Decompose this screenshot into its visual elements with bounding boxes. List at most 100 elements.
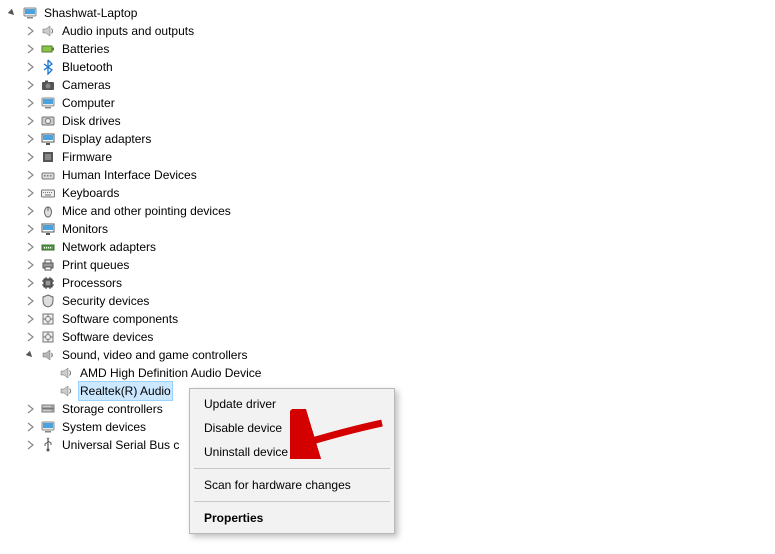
- caret-collapsed-icon[interactable]: [24, 187, 36, 199]
- caret-collapsed-icon[interactable]: [24, 313, 36, 325]
- caret-collapsed-icon[interactable]: [24, 277, 36, 289]
- disk-icon: [40, 113, 56, 129]
- computer-icon: [40, 95, 56, 111]
- software-icon: [40, 329, 56, 345]
- tree-category[interactable]: Print queues: [6, 256, 775, 274]
- tree-category-label: Keyboards: [60, 184, 121, 202]
- keyboard-icon: [40, 185, 56, 201]
- tree-category[interactable]: Network adapters: [6, 238, 775, 256]
- bluetooth-icon: [40, 59, 56, 75]
- tree-category[interactable]: Human Interface Devices: [6, 166, 775, 184]
- caret-collapsed-icon[interactable]: [24, 241, 36, 253]
- caret-collapsed-icon[interactable]: [24, 61, 36, 73]
- speaker-icon: [40, 347, 56, 363]
- ctx-item-label: Scan for hardware changes: [204, 478, 351, 492]
- ctx-item-label: Properties: [204, 511, 263, 525]
- tree-category[interactable]: Bluetooth: [6, 58, 775, 76]
- battery-icon: [40, 41, 56, 57]
- tree-category[interactable]: Security devices: [6, 292, 775, 310]
- ctx-disable-device[interactable]: Disable device: [190, 416, 394, 440]
- tree-category-label: Storage controllers: [60, 400, 165, 418]
- ctx-item-label: Uninstall device: [204, 445, 288, 459]
- tree-category[interactable]: Mice and other pointing devices: [6, 202, 775, 220]
- caret-collapsed-icon[interactable]: [24, 439, 36, 451]
- ctx-scan-hardware[interactable]: Scan for hardware changes: [190, 473, 394, 497]
- caret-collapsed-icon[interactable]: [24, 133, 36, 145]
- network-icon: [40, 239, 56, 255]
- tree-category-sound[interactable]: Sound, video and game controllers: [6, 346, 775, 364]
- caret-collapsed-icon[interactable]: [24, 79, 36, 91]
- speaker-icon: [58, 383, 74, 399]
- hid-icon: [40, 167, 56, 183]
- camera-icon: [40, 77, 56, 93]
- storage-icon: [40, 401, 56, 417]
- context-menu: Update driver Disable device Uninstall d…: [189, 388, 395, 534]
- caret-collapsed-icon[interactable]: [24, 97, 36, 109]
- tree-category-label: Mice and other pointing devices: [60, 202, 233, 220]
- tree-category[interactable]: Audio inputs and outputs: [6, 22, 775, 40]
- caret-expanded-icon[interactable]: [6, 7, 18, 19]
- tree-category-label: Audio inputs and outputs: [60, 22, 196, 40]
- tree-category[interactable]: Firmware: [6, 148, 775, 166]
- display-icon: [40, 131, 56, 147]
- tree-category[interactable]: Software components: [6, 310, 775, 328]
- tree-category-label: Firmware: [60, 148, 114, 166]
- computer-root-icon: [22, 5, 38, 21]
- tree-category[interactable]: Display adapters: [6, 130, 775, 148]
- caret-collapsed-icon[interactable]: [24, 331, 36, 343]
- caret-collapsed-icon[interactable]: [24, 169, 36, 181]
- caret-collapsed-icon[interactable]: [24, 151, 36, 163]
- tree-category-label: Monitors: [60, 220, 110, 238]
- tree-category[interactable]: Processors: [6, 274, 775, 292]
- tree-device[interactable]: AMD High Definition Audio Device: [6, 364, 775, 382]
- tree-category-label: Computer: [60, 94, 117, 112]
- caret-collapsed-icon[interactable]: [24, 223, 36, 235]
- tree-device-label: AMD High Definition Audio Device: [78, 364, 263, 382]
- tree-category-label: Security devices: [60, 292, 151, 310]
- caret-collapsed-icon[interactable]: [24, 403, 36, 415]
- tree-category-label: System devices: [60, 418, 148, 436]
- tree-category-label: Sound, video and game controllers: [60, 346, 249, 364]
- caret-collapsed-icon[interactable]: [24, 115, 36, 127]
- tree-category[interactable]: Disk drives: [6, 112, 775, 130]
- ctx-item-label: Disable device: [204, 421, 282, 435]
- tree-category-label: Batteries: [60, 40, 111, 58]
- caret-collapsed-icon[interactable]: [24, 205, 36, 217]
- usb-icon: [40, 437, 56, 453]
- printer-icon: [40, 257, 56, 273]
- tree-category[interactable]: Cameras: [6, 76, 775, 94]
- tree-root-label: Shashwat-Laptop: [42, 4, 139, 22]
- tree-category-label: Software components: [60, 310, 180, 328]
- tree-category-label: Universal Serial Bus c: [60, 436, 181, 454]
- tree-category-label: Display adapters: [60, 130, 153, 148]
- tree-category-label: Network adapters: [60, 238, 158, 256]
- caret-collapsed-icon[interactable]: [24, 295, 36, 307]
- tree-category[interactable]: Keyboards: [6, 184, 775, 202]
- tree-device-label: Realtek(R) Audio: [78, 381, 173, 401]
- ctx-separator: [194, 501, 390, 502]
- ctx-item-label: Update driver: [204, 397, 276, 411]
- tree-root-node[interactable]: Shashwat-Laptop: [6, 4, 775, 22]
- ctx-properties[interactable]: Properties: [190, 506, 394, 530]
- speaker-icon: [58, 365, 74, 381]
- tree-category-label: Bluetooth: [60, 58, 115, 76]
- system-icon: [40, 419, 56, 435]
- caret-collapsed-icon[interactable]: [24, 43, 36, 55]
- caret-collapsed-icon[interactable]: [24, 421, 36, 433]
- tree-category[interactable]: Software devices: [6, 328, 775, 346]
- caret-collapsed-icon[interactable]: [24, 259, 36, 271]
- ctx-update-driver[interactable]: Update driver: [190, 392, 394, 416]
- tree-category[interactable]: Computer: [6, 94, 775, 112]
- tree-category-label: Human Interface Devices: [60, 166, 199, 184]
- audio-icon: [40, 23, 56, 39]
- security-icon: [40, 293, 56, 309]
- caret-collapsed-icon[interactable]: [24, 25, 36, 37]
- ctx-separator: [194, 468, 390, 469]
- tree-category[interactable]: Batteries: [6, 40, 775, 58]
- software-icon: [40, 311, 56, 327]
- device-tree[interactable]: Shashwat-Laptop Audio inputs and outputs…: [0, 0, 775, 454]
- tree-category[interactable]: Monitors: [6, 220, 775, 238]
- firmware-icon: [40, 149, 56, 165]
- ctx-uninstall-device[interactable]: Uninstall device: [190, 440, 394, 464]
- caret-expanded-icon[interactable]: [24, 349, 36, 361]
